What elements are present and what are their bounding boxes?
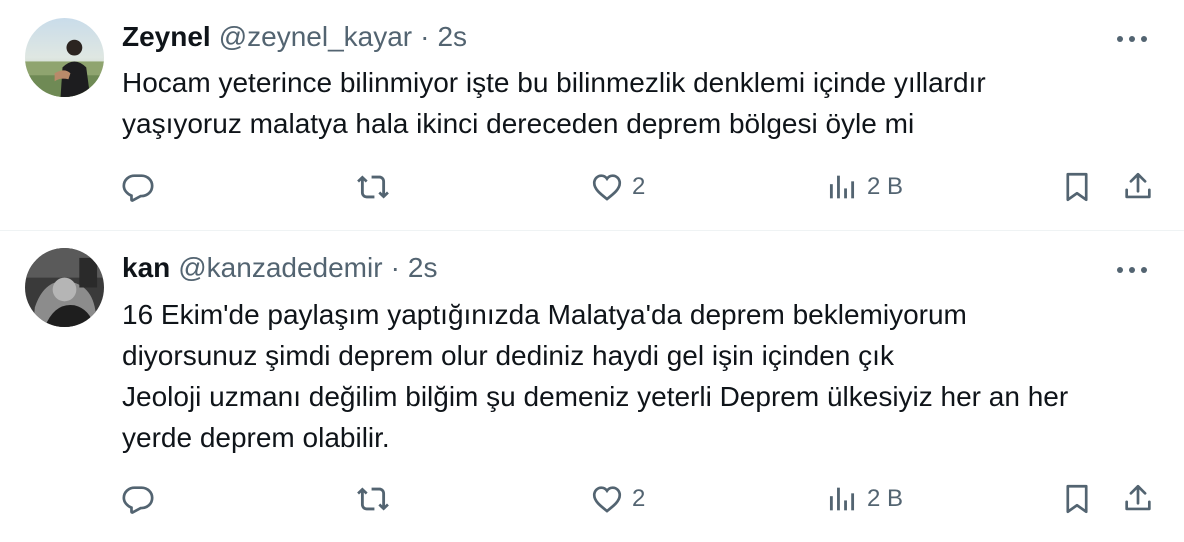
avatar-image	[25, 18, 104, 97]
heart-icon	[590, 170, 624, 204]
tweet[interactable]: kan @kanzadedemir · 2s 16 Ekim'de paylaş…	[0, 231, 1184, 542]
tweet-text: Hocam yeterince bilinmiyor işte bu bilin…	[122, 67, 986, 139]
tweet-header: Zeynel @zeynel_kayar · 2s	[122, 20, 467, 54]
separator-dot: ·	[390, 252, 400, 283]
share-icon	[1121, 482, 1155, 516]
reply-button[interactable]	[121, 479, 155, 519]
views-button[interactable]: 2 B	[825, 479, 903, 519]
like-button[interactable]: 2	[590, 167, 645, 207]
more-icon[interactable]	[1112, 258, 1152, 282]
display-name[interactable]: Zeynel	[122, 20, 211, 54]
bookmark-button[interactable]	[1060, 167, 1094, 207]
share-icon	[1121, 170, 1155, 204]
action-bar: 2 2 B	[0, 479, 1184, 519]
avatar[interactable]	[25, 248, 104, 327]
like-count: 2	[632, 485, 646, 512]
reply-icon	[121, 170, 155, 204]
like-count: 2	[632, 173, 646, 200]
more-icon[interactable]	[1112, 27, 1152, 51]
reply-button[interactable]	[121, 167, 155, 207]
bookmark-icon	[1060, 170, 1094, 204]
timestamp[interactable]: 2s	[437, 20, 467, 54]
user-handle[interactable]: @zeynel_kayar	[219, 20, 412, 54]
share-button[interactable]	[1121, 167, 1155, 207]
tweet[interactable]: Zeynel @zeynel_kayar · 2s Hocam yeterinc…	[0, 0, 1184, 231]
views-icon	[825, 482, 859, 516]
tweet-header: kan @kanzadedemir · 2s	[122, 251, 437, 285]
tweet-text: 16 Ekim'de paylaşım yaptığınızda Malatya…	[122, 299, 1069, 453]
user-handle[interactable]: @kanzadedemir	[178, 251, 382, 285]
views-button[interactable]: 2 B	[825, 167, 903, 207]
retweet-icon	[356, 170, 390, 204]
retweet-button[interactable]	[356, 479, 390, 519]
heart-icon	[590, 482, 624, 516]
separator-dot: ·	[420, 21, 430, 52]
bookmark-icon	[1060, 482, 1094, 516]
bookmark-button[interactable]	[1060, 479, 1094, 519]
retweet-icon	[356, 482, 390, 516]
share-button[interactable]	[1121, 479, 1155, 519]
display-name[interactable]: kan	[122, 251, 170, 285]
reply-icon	[121, 482, 155, 516]
retweet-button[interactable]	[356, 167, 390, 207]
view-count: 2 B	[867, 485, 904, 512]
like-button[interactable]: 2	[590, 479, 645, 519]
action-bar: 2 2 B	[0, 167, 1184, 207]
avatar[interactable]	[25, 18, 104, 97]
avatar-image	[25, 248, 104, 327]
views-icon	[825, 170, 859, 204]
timestamp[interactable]: 2s	[408, 251, 438, 285]
view-count: 2 B	[867, 173, 904, 200]
